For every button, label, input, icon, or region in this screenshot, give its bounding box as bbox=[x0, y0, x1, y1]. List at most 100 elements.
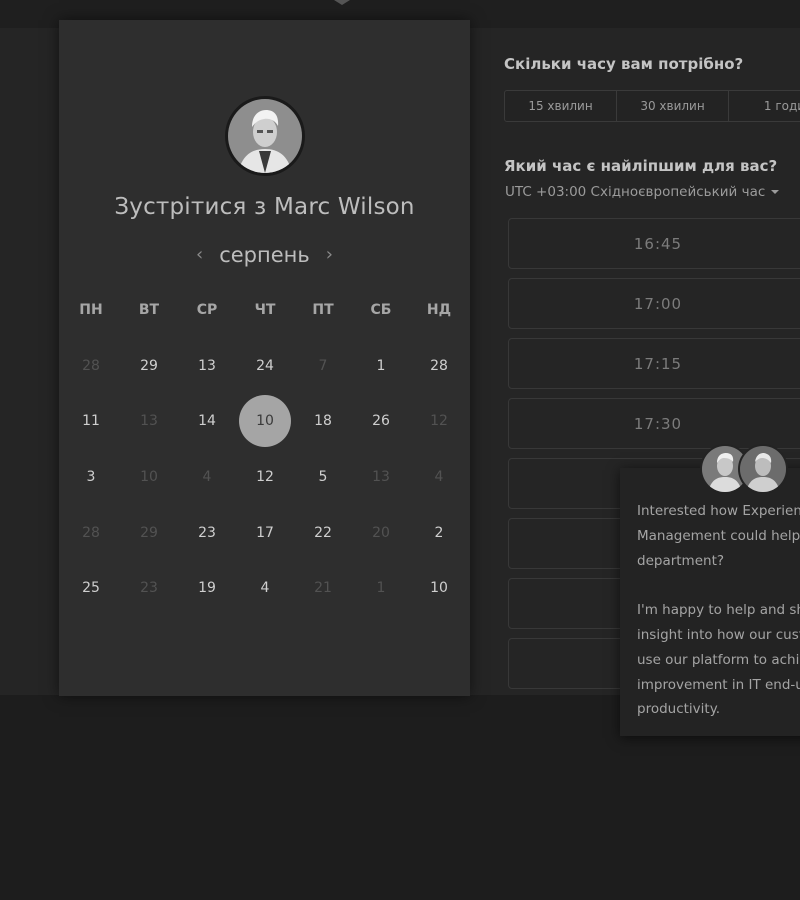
calendar-day: 12 bbox=[410, 394, 468, 450]
month-navigator: ‹ серпень › bbox=[59, 240, 470, 270]
chat-message-line bbox=[637, 573, 800, 598]
calendar-day-number: 1 bbox=[376, 580, 386, 597]
calendar-day[interactable]: 18 bbox=[294, 394, 352, 450]
calendar-day: 13 bbox=[352, 449, 410, 505]
calendar-day-number: 29 bbox=[140, 524, 158, 541]
calendar-day-number: 17 bbox=[256, 524, 274, 541]
calendar-day-number: 14 bbox=[198, 413, 216, 430]
calendar-day-number: 24 bbox=[256, 357, 274, 374]
calendar-day[interactable]: 13 bbox=[178, 338, 236, 394]
calendar-day-number: 26 bbox=[372, 413, 390, 430]
calendar-day-number: 10 bbox=[430, 580, 448, 597]
calendar-day-number: 13 bbox=[198, 357, 216, 374]
calendar-day-number: 19 bbox=[198, 580, 216, 597]
calendar-day: 4 bbox=[410, 449, 468, 505]
chevron-down-icon bbox=[771, 190, 780, 194]
chat-message-line: Interested how Experienc bbox=[637, 503, 800, 519]
calendar-day: 7 bbox=[294, 338, 352, 394]
calendar-day[interactable]: 24 bbox=[236, 338, 294, 394]
calendar-day: 10 bbox=[120, 449, 178, 505]
calendar-day[interactable]: 4 bbox=[236, 560, 294, 616]
calendar-day-number: 5 bbox=[318, 468, 328, 485]
chat-message-line: use our platform to achiev bbox=[637, 651, 800, 668]
calendar-panel: Зустрітися з Marc Wilson ‹ серпень › ПН В… bbox=[59, 20, 470, 696]
calendar-day: 23 bbox=[120, 560, 178, 616]
calendar-day[interactable]: 25 bbox=[62, 560, 120, 616]
calendar-day-number: 12 bbox=[256, 468, 274, 485]
timezone-label: UTC +03:00 Східноєвропейський час bbox=[505, 184, 766, 200]
calendar-day-number: 25 bbox=[82, 580, 100, 597]
calendar-day-number: 10 bbox=[239, 395, 291, 448]
weekday-label: СБ bbox=[370, 302, 392, 318]
time-slot-button[interactable]: 17:15 bbox=[508, 338, 800, 389]
timezone-dropdown[interactable]: UTC +03:00 Східноєвропейський час bbox=[505, 184, 780, 200]
calendar-day-number: 21 bbox=[314, 580, 332, 597]
weekday-label: ЧТ bbox=[254, 302, 276, 318]
calendar-day-number: 20 bbox=[372, 524, 390, 541]
chat-avatars bbox=[700, 444, 790, 494]
calendar-day: 28 bbox=[62, 338, 120, 394]
weekday-label: НД bbox=[426, 302, 452, 318]
calendar-day[interactable]: 12 bbox=[236, 449, 294, 505]
calendar-day[interactable]: 5 bbox=[294, 449, 352, 505]
calendar-day-number: 12 bbox=[430, 413, 448, 430]
calendar-day[interactable]: 3 bbox=[62, 449, 120, 505]
time-slot-button[interactable]: 17:00 bbox=[508, 278, 800, 329]
calendar-day-number: 4 bbox=[202, 468, 212, 485]
calendar-day[interactable]: 10 bbox=[410, 560, 468, 616]
chat-message-line: I'm happy to help and sha bbox=[637, 602, 800, 619]
calendar-day[interactable]: 2 bbox=[410, 505, 468, 561]
calendar-day[interactable]: 28 bbox=[410, 338, 468, 394]
calendar-day[interactable]: 1 bbox=[352, 338, 410, 394]
chat-avatar-2 bbox=[738, 444, 788, 494]
calendar-day: 13 bbox=[120, 394, 178, 450]
calendar-day[interactable]: 14 bbox=[178, 394, 236, 450]
calendar-day-number: 28 bbox=[82, 357, 100, 374]
calendar-day-number: 4 bbox=[434, 468, 444, 485]
calendar-day-number: 28 bbox=[82, 524, 100, 541]
weekday-label: ПТ bbox=[312, 302, 334, 318]
calendar-day-number: 18 bbox=[314, 413, 332, 430]
weekday-label: ПН bbox=[79, 302, 103, 318]
calendar-day[interactable]: 29 bbox=[120, 338, 178, 394]
time-slot-button[interactable]: 17:30 bbox=[508, 398, 800, 449]
chat-message-line: productivity. bbox=[637, 701, 721, 718]
calendar-day-number: 10 bbox=[140, 468, 158, 485]
calendar-day[interactable]: 26 bbox=[352, 394, 410, 450]
calendar-day[interactable]: 11 bbox=[62, 394, 120, 450]
caret-up-icon bbox=[334, 0, 350, 5]
chat-message-line: insight into how our custo bbox=[637, 626, 800, 643]
calendar-day[interactable]: 23 bbox=[178, 505, 236, 561]
calendar-days-grid: 28 29 13 24 7 1 28 11 13 14 10 18 26 12 3 10 4 12 5 13 4 28 29… bbox=[62, 338, 466, 616]
person-photo-icon bbox=[740, 446, 786, 492]
weekday-header: ПН ВТ СР ЧТ ПТ СБ НД bbox=[62, 302, 466, 318]
calendar-day-number: 23 bbox=[198, 524, 216, 541]
weekday-label: ВТ bbox=[138, 302, 160, 318]
chevron-right-icon[interactable]: › bbox=[326, 246, 333, 264]
calendar-day-selected[interactable]: 10 bbox=[236, 394, 294, 450]
calendar-day: 21 bbox=[294, 560, 352, 616]
calendar-day[interactable]: 17 bbox=[236, 505, 294, 561]
chat-message: Interested how Experienc Management could… bbox=[637, 499, 800, 722]
calendar-day-number: 4 bbox=[260, 580, 270, 597]
chat-message-line: improvement in IT end-us bbox=[637, 676, 800, 693]
calendar-day-number: 13 bbox=[372, 468, 390, 485]
duration-option[interactable]: 15 хвилин bbox=[505, 91, 617, 121]
chevron-left-icon[interactable]: ‹ bbox=[196, 246, 203, 264]
month-label: серпень bbox=[219, 243, 310, 267]
time-question: Який час є найліпшим для вас? bbox=[504, 157, 778, 175]
duration-option[interactable]: 1 годи bbox=[729, 91, 800, 121]
time-slot-button[interactable]: 16:45 bbox=[508, 218, 800, 269]
weekday-label: СР bbox=[196, 302, 218, 318]
calendar-day-number: 13 bbox=[140, 413, 158, 430]
calendar-day-number: 23 bbox=[140, 580, 158, 597]
duration-option[interactable]: 30 хвилин bbox=[617, 91, 729, 121]
calendar-day[interactable]: 19 bbox=[178, 560, 236, 616]
calendar-day[interactable]: 22 bbox=[294, 505, 352, 561]
duration-question: Скільки часу вам потрібно? bbox=[504, 55, 744, 73]
chat-message-line: department? bbox=[637, 552, 725, 569]
calendar-day-number: 22 bbox=[314, 524, 332, 541]
duration-selector: 15 хвилин30 хвилин1 годи bbox=[504, 90, 800, 122]
calendar-day-number: 7 bbox=[318, 357, 328, 374]
calendar-day-number: 2 bbox=[434, 524, 444, 541]
